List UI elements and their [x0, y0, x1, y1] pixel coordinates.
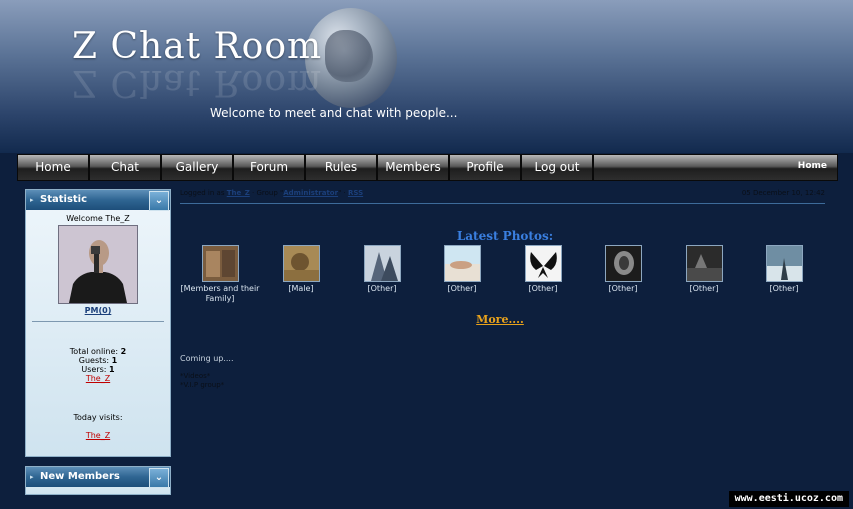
photo-item[interactable]: [Members and their Family] — [180, 245, 260, 304]
stat-guests: Guests: 1 — [26, 356, 170, 365]
photo-item[interactable]: [Male] — [261, 245, 341, 294]
photo-thumbnail[interactable] — [443, 245, 481, 282]
divider — [32, 321, 164, 322]
list-item: *Videos* — [180, 372, 211, 380]
new-members-panel: ▸ New Members ⌄ — [25, 466, 171, 495]
photo-item[interactable]: [Other] — [422, 245, 502, 294]
site-header: Z Chat Room Z Chat Room Welcome to meet … — [0, 0, 853, 153]
globe-land-graphic — [325, 30, 373, 82]
users-label: Users: — [81, 365, 107, 374]
photo-caption[interactable]: [Other] — [503, 284, 583, 294]
more-photos-link[interactable]: More.... — [460, 313, 540, 326]
total-online-value: 2 — [120, 347, 127, 356]
bullet-arrow-icon: ▸ — [30, 473, 34, 481]
statistic-panel: ▸ Statistic ⌄ Welcome The_Z PM(0) Total … — [25, 189, 171, 457]
photo-caption[interactable]: [Male] — [261, 284, 341, 294]
statistic-panel-title: Statistic — [40, 194, 88, 205]
photo-thumbnail[interactable] — [604, 245, 642, 282]
latest-photos-title: Latest Photos: — [456, 229, 554, 243]
stat-users: Users: 1 — [26, 365, 170, 374]
new-members-panel-title: New Members — [40, 471, 120, 482]
users-value: 1 — [109, 365, 115, 374]
guests-value: 1 — [111, 356, 118, 365]
logged-in-label: Logged in as — [180, 189, 225, 197]
pm-link[interactable]: PM(0) — [26, 306, 170, 315]
photo-item[interactable]: [Other] — [744, 245, 824, 294]
stat-total-online: Total online: 2 — [26, 347, 170, 356]
today-visits-label: Today visits: — [73, 413, 123, 422]
photo-caption[interactable]: [Other] — [744, 284, 824, 294]
online-user-row: The_Z — [26, 374, 170, 383]
site-title-reflection: Z Chat Room — [72, 62, 323, 103]
bullet-arrow-icon: ▸ — [30, 196, 34, 204]
group-prefix: · Group " — [252, 189, 284, 197]
site-tagline: Welcome to meet and chat with people... — [210, 106, 458, 120]
site-watermark: www.eesti.ucoz.com — [728, 491, 849, 507]
photo-thumbnail[interactable] — [765, 245, 803, 282]
photo-item[interactable]: [Other] — [342, 245, 422, 294]
today-user-row: The_Z — [26, 431, 170, 440]
photo-caption[interactable]: [Members and their Family] — [180, 284, 260, 304]
photo-thumbnail[interactable] — [282, 245, 320, 282]
main-nav: Home Chat Gallery Forum Rules Members Pr… — [17, 154, 838, 181]
online-user-link[interactable]: The_Z — [86, 374, 110, 383]
statistic-panel-header[interactable]: ▸ Statistic ⌄ — [26, 190, 170, 211]
current-date: 05 December 10, 12:42 — [741, 189, 825, 197]
new-members-panel-header[interactable]: ▸ New Members ⌄ — [26, 467, 170, 488]
photo-thumbnail[interactable] — [201, 245, 239, 282]
today-user-link[interactable]: The_Z — [86, 431, 110, 440]
rss-link[interactable]: RSS — [348, 189, 363, 197]
avatar[interactable] — [58, 225, 138, 304]
nav-logout[interactable]: Log out — [522, 155, 594, 180]
photo-thumbnail[interactable] — [363, 245, 401, 282]
group-suffix: " · — [338, 189, 346, 197]
photo-item[interactable]: [Other] — [664, 245, 744, 294]
welcome-text: Welcome The_Z — [66, 214, 130, 223]
nav-chat[interactable]: Chat — [90, 155, 162, 180]
collapse-chevron-icon[interactable]: ⌄ — [149, 468, 169, 488]
nav-profile[interactable]: Profile — [450, 155, 522, 180]
photo-item[interactable]: [Other] — [503, 245, 583, 294]
photo-item[interactable]: [Other] — [583, 245, 663, 294]
coming-up-text: Coming up.... — [180, 354, 234, 363]
nav-forum[interactable]: Forum — [234, 155, 306, 180]
list-item: *V.I.P group* — [180, 381, 225, 389]
site-title: Z Chat Room — [72, 26, 323, 67]
guests-label: Guests: — [78, 356, 110, 365]
upcoming-list: *Videos* *V.I.P group* — [180, 372, 224, 390]
nav-home-right-link[interactable]: Home — [798, 155, 827, 180]
photo-caption[interactable]: [Other] — [664, 284, 744, 294]
group-link[interactable]: Administrator — [283, 189, 338, 197]
user-link[interactable]: The_Z — [227, 189, 250, 197]
collapse-chevron-icon[interactable]: ⌄ — [149, 191, 169, 211]
photo-caption[interactable]: [Other] — [422, 284, 502, 294]
photo-caption[interactable]: [Other] — [583, 284, 663, 294]
divider — [180, 203, 825, 204]
nav-rules[interactable]: Rules — [306, 155, 378, 180]
nav-gallery[interactable]: Gallery — [162, 155, 234, 180]
nav-members[interactable]: Members — [378, 155, 450, 180]
nav-home[interactable]: Home — [18, 155, 90, 180]
photo-caption[interactable]: [Other] — [342, 284, 422, 294]
photo-thumbnail[interactable] — [524, 245, 562, 282]
total-online-label: Total online: — [69, 347, 119, 356]
login-status: Logged in as The_Z · Group "Administrato… — [180, 189, 363, 197]
photo-thumbnail[interactable] — [685, 245, 723, 282]
